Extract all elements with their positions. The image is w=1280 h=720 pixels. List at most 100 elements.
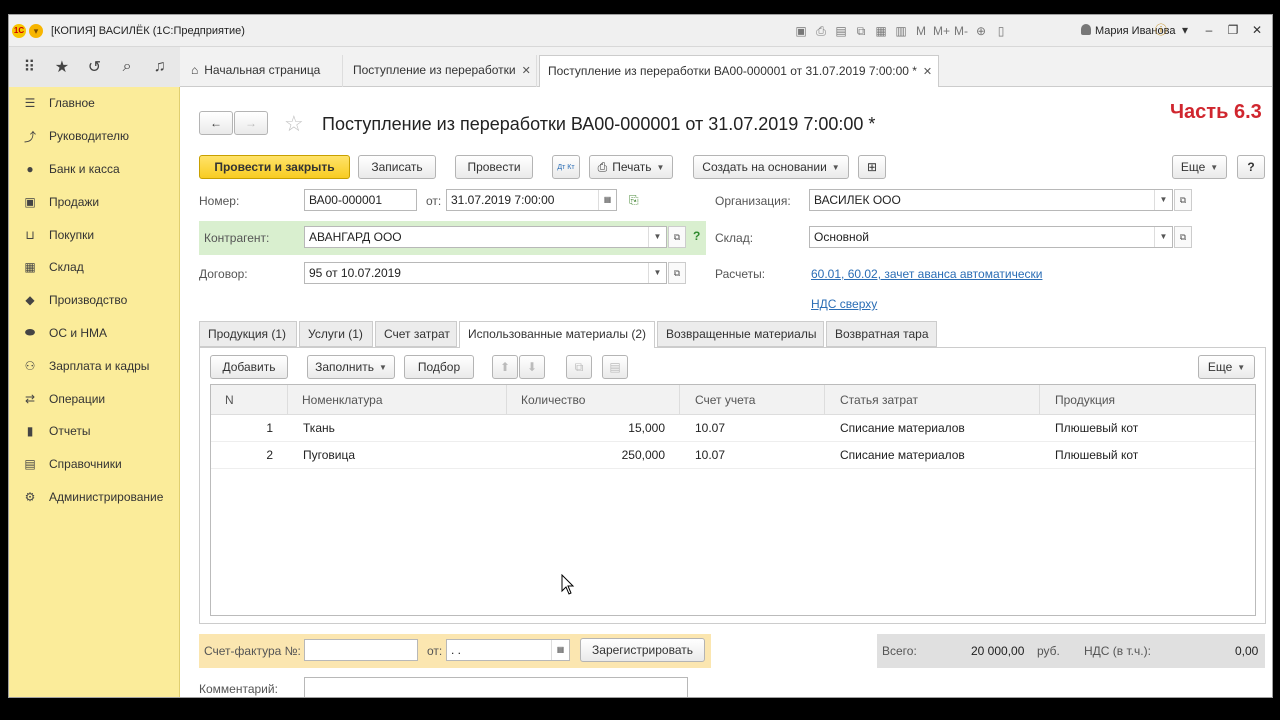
chevron-down-icon[interactable]: ▼ (1154, 190, 1172, 210)
calculator-icon[interactable]: ▥ (893, 23, 909, 39)
bell-icon[interactable]: ♫ (148, 58, 172, 76)
chevron-down-icon[interactable]: ▼ (1154, 227, 1172, 247)
organization-field[interactable]: ВАСИЛЕК ООО ▼ (809, 189, 1173, 211)
more-button[interactable]: Еще ▼ (1172, 155, 1227, 179)
register-button[interactable]: Зарегистрировать (580, 638, 705, 662)
zoom-icon[interactable]: ⊕ (973, 23, 989, 39)
tab-document[interactable]: Поступление из переработки ВА00-000001 о… (539, 55, 939, 87)
tab-cost-account[interactable]: Счет затрат (375, 321, 457, 347)
panel-icon[interactable]: ▯ (993, 23, 1009, 39)
print-button[interactable]: ⎙ Печать ▼ (589, 155, 673, 179)
calendar-icon[interactable]: ▦ (551, 640, 569, 660)
col-account[interactable]: Счет учета (680, 385, 825, 415)
save-icon[interactable]: ▣ (793, 23, 809, 39)
tab-returned-materials[interactable]: Возвращенные материалы (657, 321, 824, 347)
history-icon[interactable]: ↺ (82, 57, 106, 77)
help-button[interactable]: ? (1237, 155, 1265, 179)
invoice-date-field[interactable]: . . ▦ (446, 639, 570, 661)
open-organization-icon[interactable]: ⧉ (1174, 189, 1192, 211)
comment-field[interactable] (304, 677, 688, 697)
preview-icon[interactable]: ▤ (833, 23, 849, 39)
tab-products[interactable]: Продукция (1) (199, 321, 297, 347)
table-more-button[interactable]: Еще ▼ (1198, 355, 1255, 379)
info-icon[interactable]: ⓘ (1152, 22, 1170, 38)
memory-plus-icon[interactable]: M+ (933, 23, 950, 39)
sidebar-item-purchases[interactable]: ⊔ Покупки (9, 218, 179, 251)
open-contractor-icon[interactable]: ⧉ (668, 226, 686, 248)
chevron-down-icon[interactable]: ▼ (648, 263, 666, 283)
sidebar-item-bank[interactable]: ● Банк и касса (9, 153, 179, 186)
favorite-star-icon[interactable]: ☆ (284, 111, 304, 137)
select-button[interactable]: Подбор (404, 355, 474, 379)
contractor-field[interactable]: АВАНГАРД ООО ▼ (304, 226, 667, 248)
move-up-button[interactable]: ⬆ (492, 355, 518, 379)
sidebar-item-manager[interactable]: ⤴ Руководителю (9, 120, 179, 153)
dropdown-icon[interactable]: ▾ (1176, 22, 1194, 38)
contract-field[interactable]: 95 от 10.07.2019 ▼ (304, 262, 667, 284)
sidebar-item-production[interactable]: ◆ Производство (9, 284, 179, 317)
col-item[interactable]: Номенклатура (288, 385, 507, 415)
sidebar-item-main[interactable]: ☰ Главное (9, 87, 179, 120)
arrow-up-icon: ⬆ (499, 360, 511, 374)
add-button[interactable]: Добавить (210, 355, 288, 379)
vat-link[interactable]: НДС сверху (811, 297, 877, 311)
date-field[interactable]: 31.07.2019 7:00:00 ▦ (446, 189, 617, 211)
open-warehouse-icon[interactable]: ⧉ (1174, 226, 1192, 248)
sidebar-item-operations[interactable]: ⇄ Операции (9, 382, 179, 415)
structure-button[interactable]: ⊞ (858, 155, 886, 179)
calendar-icon[interactable]: ▦ (873, 23, 889, 39)
help-question-icon[interactable]: ? (693, 229, 700, 243)
warehouse-field[interactable]: Основной ▼ (809, 226, 1173, 248)
sidebar-item-reports[interactable]: ▮ Отчеты (9, 415, 179, 448)
sidebar-item-catalogs[interactable]: ▤ Справочники (9, 448, 179, 481)
sidebar-item-admin[interactable]: ⚙ Администрирование (9, 481, 179, 514)
apps-grid-icon[interactable]: ⠿ (17, 57, 41, 77)
fill-button[interactable]: Заполнить ▼ (307, 355, 395, 379)
save-button[interactable]: Записать (358, 155, 436, 179)
sidebar-item-warehouse[interactable]: ▦ Склад (9, 251, 179, 284)
search-icon[interactable]: ⌕ (115, 58, 139, 76)
print-icon[interactable]: ⎙ (813, 23, 829, 39)
calendar-icon[interactable]: ▦ (598, 190, 616, 210)
col-cost-item[interactable]: Статья затрат (825, 385, 1040, 415)
invoice-number-field[interactable] (304, 639, 418, 661)
copy-rows-button[interactable]: ⧉ (566, 355, 592, 379)
tab-used-materials[interactable]: Использованные материалы (2) (459, 321, 655, 348)
memory-minus-icon[interactable]: M- (953, 23, 969, 39)
tab-close-icon[interactable]: ✕ (522, 65, 531, 77)
chevron-down-icon[interactable]: ▼ (648, 227, 666, 247)
col-quantity[interactable]: Количество (507, 385, 680, 415)
back-button[interactable]: ← (199, 111, 233, 135)
restore-icon[interactable]: ❐ (1224, 22, 1242, 38)
create-based-on-button[interactable]: Создать на основании ▼ (693, 155, 849, 179)
chevron-down-icon: ▼ (831, 162, 840, 172)
main-menu-icon[interactable]: ▾ (29, 24, 43, 38)
col-n[interactable]: N (211, 385, 288, 415)
history-field-icon[interactable]: ⎘ (629, 193, 639, 208)
copy-icon[interactable]: ⧉ (853, 23, 869, 39)
open-contract-icon[interactable]: ⧉ (668, 262, 686, 284)
table-row[interactable]: 2 Пуговица 250,000 10.07 Списание матери… (211, 442, 1255, 469)
post-and-close-button[interactable]: Провести и закрыть (199, 155, 350, 179)
tab-close-icon[interactable]: ✕ (923, 66, 932, 78)
tab-home[interactable]: ⌂ Начальная страница (183, 55, 343, 87)
sidebar-item-sales[interactable]: ▣ Продажи (9, 185, 179, 218)
tab-returnable-packaging[interactable]: Возвратная тара (826, 321, 937, 347)
sidebar-item-assets[interactable]: ⬬ ОС и НМА (9, 317, 179, 350)
paste-rows-button[interactable]: ▤ (602, 355, 628, 379)
tab-services[interactable]: Услуги (1) (299, 321, 373, 347)
sidebar-item-salary[interactable]: ⚇ Зарплата и кадры (9, 349, 179, 382)
tab-receipts[interactable]: Поступление из переработки ✕ (345, 55, 537, 87)
dtkt-button[interactable]: Дт Кт (552, 155, 580, 179)
close-icon[interactable]: ✕ (1248, 22, 1266, 38)
memory-m-icon[interactable]: M (913, 23, 929, 39)
forward-button[interactable]: → (234, 111, 268, 135)
minimize-icon[interactable]: – (1200, 22, 1218, 38)
settlements-link[interactable]: 60.01, 60.02, зачет аванса автоматически (811, 267, 1042, 281)
post-button[interactable]: Провести (455, 155, 533, 179)
col-product[interactable]: Продукция (1040, 385, 1255, 415)
table-row[interactable]: 1 Ткань 15,000 10.07 Списание материалов… (211, 415, 1255, 442)
move-down-button[interactable]: ⬇ (519, 355, 545, 379)
favorites-star-icon[interactable]: ★ (50, 57, 74, 77)
number-field[interactable]: ВА00-000001 (304, 189, 417, 211)
